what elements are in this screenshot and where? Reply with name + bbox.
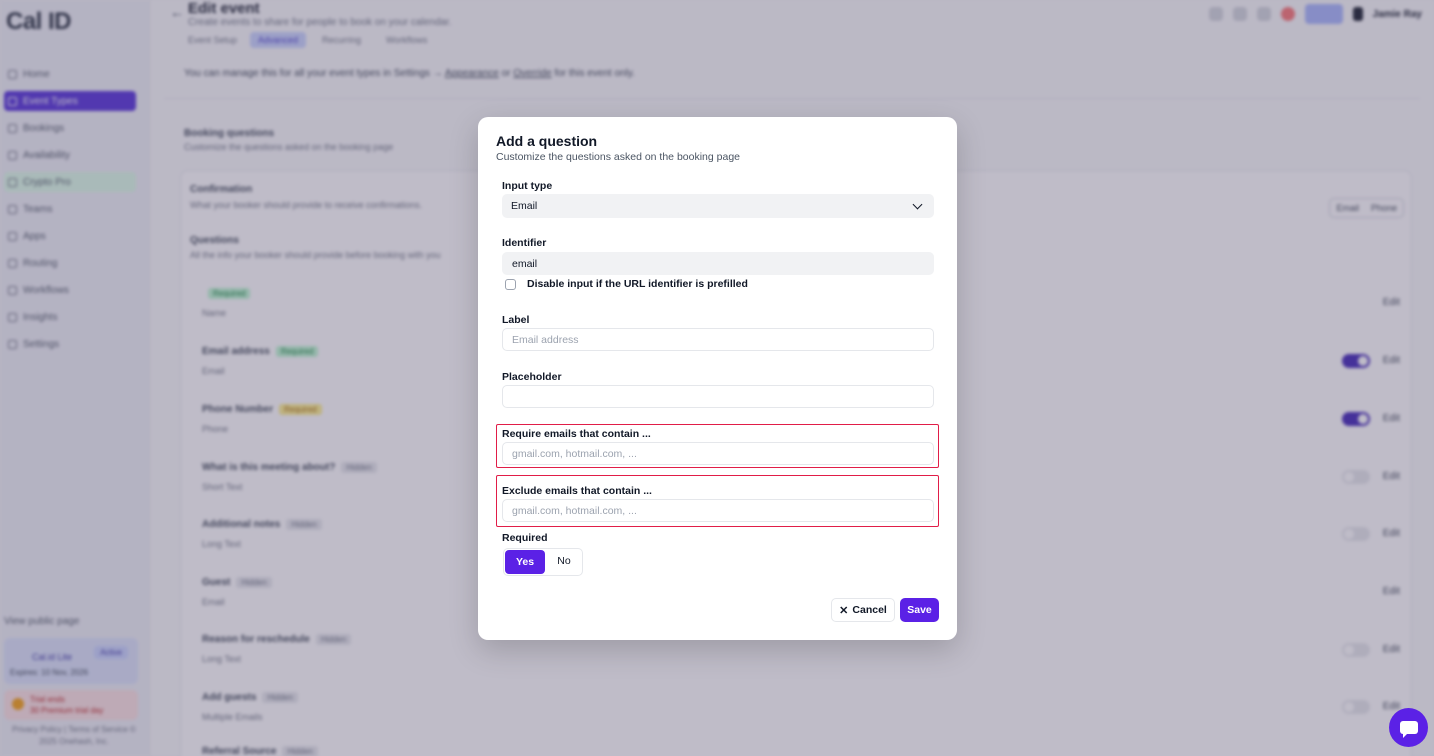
required-yes-button[interactable]: Yes [505, 550, 545, 574]
disable-prefill-label: Disable input if the URL identifier is p… [527, 278, 748, 290]
required-label: Required [502, 532, 548, 544]
dialog-subtitle: Customize the questions asked on the boo… [496, 151, 740, 163]
input-type-select[interactable]: Email [502, 194, 934, 218]
close-icon: ✕ [839, 604, 849, 617]
require-emails-input[interactable] [502, 442, 934, 465]
placeholder-field-label: Placeholder [502, 371, 562, 383]
save-button[interactable]: Save [900, 598, 939, 622]
require-emails-label: Require emails that contain ... [502, 428, 651, 440]
disable-prefill-checkbox[interactable] [505, 279, 516, 290]
chat-support-button[interactable] [1389, 708, 1428, 747]
exclude-emails-input[interactable] [502, 499, 934, 522]
identifier-input[interactable] [502, 252, 934, 275]
input-type-label: Input type [502, 180, 553, 192]
cancel-button[interactable]: ✕ Cancel [831, 598, 895, 622]
required-no-button[interactable]: No [546, 549, 582, 573]
identifier-label: Identifier [502, 237, 547, 249]
add-question-dialog: Add a question Customize the questions a… [478, 117, 957, 640]
placeholder-input[interactable] [502, 385, 934, 408]
label-input[interactable] [502, 328, 934, 351]
exclude-emails-label: Exclude emails that contain ... [502, 485, 652, 497]
required-toggle-group: Yes No [503, 548, 583, 576]
label-field-label: Label [502, 314, 530, 326]
chat-icon [1399, 721, 1418, 738]
dialog-title: Add a question [496, 133, 598, 149]
chevron-down-icon [912, 199, 923, 209]
input-type-value: Email [511, 200, 538, 212]
